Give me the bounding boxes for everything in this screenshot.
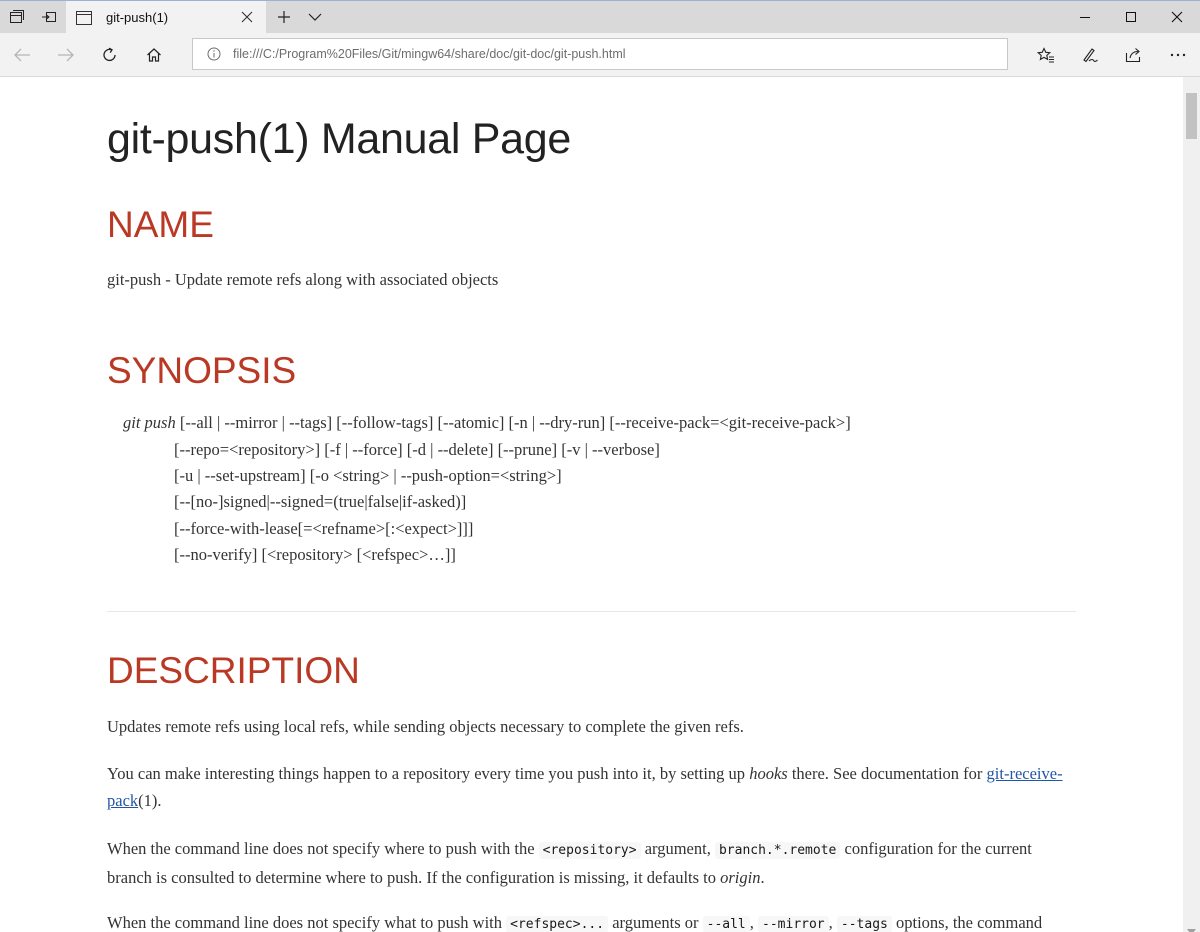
tabs-aside-icon[interactable] bbox=[4, 1, 30, 33]
address-bar[interactable]: file:///C:/Program%20Files/Git/mingw64/s… bbox=[192, 38, 1008, 70]
home-icon[interactable] bbox=[132, 33, 176, 77]
forward-icon[interactable] bbox=[44, 33, 88, 77]
tab-bar: git-push(1) bbox=[0, 0, 1200, 34]
pen-icon[interactable] bbox=[1068, 33, 1112, 77]
synopsis-command: git push bbox=[123, 413, 176, 432]
hooks-emphasis: hooks bbox=[749, 764, 788, 783]
vertical-scrollbar[interactable] bbox=[1183, 77, 1200, 932]
code-repository: <repository> bbox=[538, 842, 641, 859]
share-icon[interactable] bbox=[1112, 33, 1156, 77]
synopsis-line-6: [--no-verify] [<repository> [<refspec>…]… bbox=[174, 545, 456, 564]
more-icon[interactable] bbox=[1156, 33, 1200, 77]
url-text[interactable]: file:///C:/Program%20Files/Git/mingw64/s… bbox=[233, 47, 626, 61]
minimize-icon[interactable] bbox=[1062, 1, 1108, 33]
maximize-icon[interactable] bbox=[1108, 1, 1154, 33]
text-segment: , bbox=[828, 913, 837, 932]
text-segment: . bbox=[760, 868, 765, 887]
chevron-down-icon[interactable] bbox=[302, 1, 328, 33]
name-text: git-push - Update remote refs along with… bbox=[107, 270, 499, 289]
link-text[interactable]: pack bbox=[107, 791, 138, 810]
text-segment: options, the command bbox=[891, 913, 1043, 932]
scrollbar-thumb[interactable] bbox=[1186, 93, 1197, 139]
text-segment: (1). bbox=[138, 791, 162, 810]
synopsis-line-4: [--[no-]signed|--signed=(true|false|if-a… bbox=[174, 492, 467, 511]
text-segment: You can make interesting things happen t… bbox=[107, 764, 750, 783]
synopsis-heading: SYNOPSIS bbox=[107, 350, 297, 391]
description-paragraph-3: When the command line does not specify w… bbox=[107, 835, 1069, 891]
name-heading: NAME bbox=[107, 204, 214, 245]
description-paragraph-2: You can make interesting things happen t… bbox=[107, 760, 1069, 814]
description-paragraph-4: When the command line does not specify w… bbox=[107, 909, 1107, 932]
synopsis-line-1: git push [--all | --mirror | --tags] [--… bbox=[123, 413, 851, 433]
text-segment: there. See documentation for bbox=[787, 764, 987, 783]
scroll-down-arrow-icon[interactable] bbox=[1187, 922, 1196, 932]
tab-title: git-push(1) bbox=[106, 10, 169, 25]
link-text[interactable]: git-receive- bbox=[987, 764, 1063, 783]
refresh-icon[interactable] bbox=[88, 33, 132, 77]
section-divider bbox=[107, 611, 1076, 612]
description-paragraph-1: Updates remote refs using local refs, wh… bbox=[107, 717, 744, 736]
code-tags: --tags bbox=[836, 916, 892, 932]
favorites-icon[interactable] bbox=[1024, 33, 1068, 77]
description-heading: DESCRIPTION bbox=[107, 650, 360, 691]
info-icon[interactable] bbox=[207, 47, 221, 61]
synopsis-line-3: [-u | --set-upstream] [-o <string> | --p… bbox=[174, 466, 562, 485]
close-icon[interactable] bbox=[240, 10, 254, 24]
text-segment: arguments or bbox=[608, 913, 703, 932]
set-tabs-aside-icon[interactable] bbox=[36, 1, 62, 33]
new-tab-icon[interactable] bbox=[270, 1, 298, 33]
code-all: --all bbox=[702, 916, 750, 932]
text-segment: , bbox=[749, 913, 759, 932]
synopsis-line-2: [--repo=<repository>] [-f | --force] [-d… bbox=[174, 440, 660, 459]
page-title: git-push(1) Manual Page bbox=[107, 115, 571, 163]
back-icon[interactable] bbox=[0, 33, 44, 77]
navigation-bar: file:///C:/Program%20Files/Git/mingw64/s… bbox=[0, 33, 1200, 77]
synopsis-line-1-text: [--all | --mirror | --tags] [--follow-ta… bbox=[175, 413, 851, 432]
text-segment: When the command line does not specify w… bbox=[107, 913, 507, 932]
synopsis-line-5: [--force-with-lease[=<refname>[:<expect>… bbox=[174, 519, 474, 538]
origin-emphasis: origin bbox=[720, 868, 761, 887]
code-mirror: --mirror bbox=[758, 916, 829, 932]
code-branch-remote: branch.*.remote bbox=[714, 842, 841, 859]
page-viewport: git-push(1) Manual Page NAME git-push - … bbox=[0, 77, 1183, 932]
tab-page-icon bbox=[76, 10, 92, 25]
window-close-icon[interactable] bbox=[1154, 1, 1200, 33]
text-segment: argument, bbox=[640, 839, 715, 858]
active-tab[interactable]: git-push(1) bbox=[66, 1, 266, 34]
code-refspec: <refspec>... bbox=[506, 916, 609, 932]
text-segment: When the command line does not specify w… bbox=[107, 839, 539, 858]
